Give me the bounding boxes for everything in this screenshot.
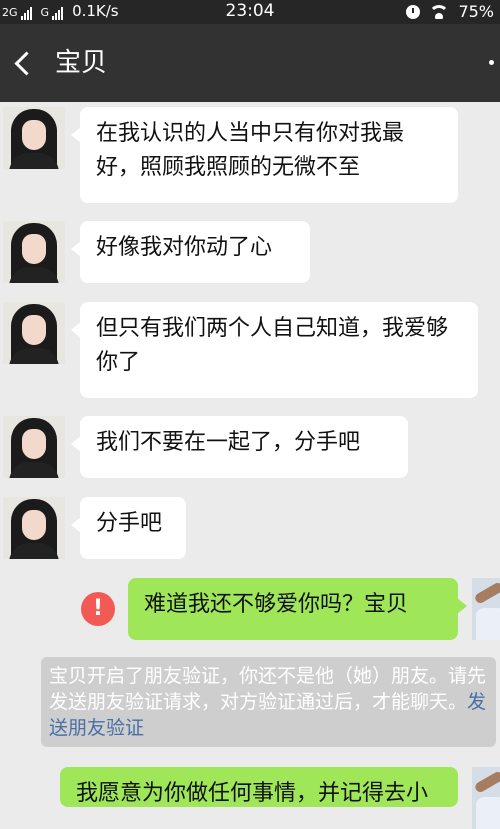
status-right: 75% [406, 2, 494, 21]
my-avatar[interactable] [472, 767, 500, 829]
chat-title: 宝贝 [55, 48, 108, 78]
back-button[interactable] [12, 52, 34, 74]
chat-header: 宝贝 [0, 24, 500, 102]
notice-text: 宝贝开启了朋友验证，你还不是他（她）朋友。请先发送朋友验证请求，对方验证通过后，… [49, 665, 487, 713]
contact-avatar[interactable] [3, 302, 65, 364]
alarm-icon [406, 4, 421, 19]
contact-avatar[interactable] [3, 221, 65, 283]
message-bubble[interactable]: 分手吧 [71, 497, 186, 559]
battery-level: 75% [458, 2, 494, 21]
more-icon[interactable] [489, 60, 494, 65]
contact-avatar[interactable] [3, 107, 65, 169]
message-bubble[interactable]: 我们不要在一起了，分手吧 [71, 416, 408, 478]
my-avatar[interactable] [472, 578, 500, 640]
contact-avatar[interactable] [3, 416, 65, 478]
wifi-icon [428, 4, 450, 19]
message-bubble[interactable]: 但只有我们两个人自己知道，我爱够你了 [71, 302, 478, 398]
status-bar: 2G G 0.1K/s 23:04 75% [0, 0, 500, 24]
message-bubble[interactable]: 在我认识的人当中只有你对我最好，照顾我照顾的无微不至 [71, 107, 458, 203]
my-message-bubble[interactable]: 我愿意为你做任何事情，并记得去小 [60, 767, 458, 807]
friend-verification-notice: 宝贝开启了朋友验证，你还不是他（她）朋友。请先发送朋友验证请求，对方验证通过后，… [41, 657, 496, 747]
my-message-bubble[interactable]: 难道我还不够爱你吗？宝贝 [128, 578, 467, 640]
message-bubble[interactable]: 好像我对你动了心 [71, 221, 310, 283]
send-failed-icon[interactable]: ! [81, 592, 115, 626]
contact-avatar[interactable] [3, 497, 65, 559]
